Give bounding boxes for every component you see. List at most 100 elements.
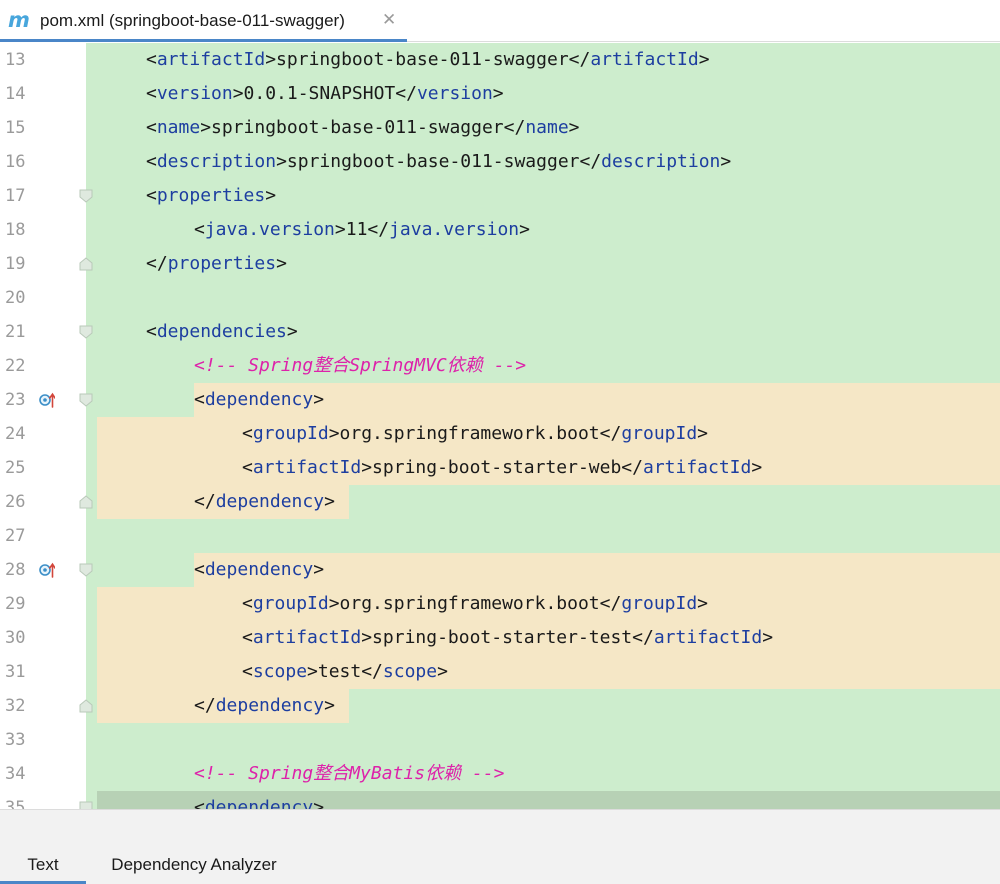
code-token: </ bbox=[194, 695, 216, 716]
fold-collapse-icon[interactable] bbox=[79, 801, 93, 809]
fold-collapse-icon[interactable] bbox=[79, 189, 93, 203]
code-token: < bbox=[146, 321, 157, 342]
added-line-highlight bbox=[86, 553, 194, 587]
fold-collapse-icon[interactable] bbox=[79, 325, 93, 339]
fold-end-icon[interactable] bbox=[79, 495, 93, 509]
xml-tag-name: dependencies bbox=[156, 321, 287, 342]
code-line: 14 <version>0.0.1-SNAPSHOT</version> bbox=[0, 77, 1000, 111]
code-line: 19 </properties> bbox=[0, 247, 1000, 281]
code-token: >0.0.1-SNAPSHOT</ bbox=[232, 83, 417, 104]
fold-collapse-icon[interactable] bbox=[79, 563, 93, 577]
code-line: 28 <dependency> bbox=[0, 553, 1000, 587]
line-number: 25 bbox=[5, 458, 26, 478]
xml-tag-name: dependency bbox=[204, 389, 314, 410]
added-line-highlight bbox=[86, 417, 97, 451]
code-line: 26 </dependency> bbox=[0, 485, 1000, 519]
code-text: </properties> bbox=[146, 247, 287, 281]
code-token: < bbox=[146, 151, 157, 172]
xml-tag-name: dependency bbox=[215, 491, 325, 512]
code-line: 34 <!-- Spring整合MyBatis依赖 --> bbox=[0, 757, 1000, 791]
xml-tag-name: version bbox=[156, 83, 233, 104]
override-marker-icon[interactable] bbox=[39, 392, 55, 408]
line-number: 34 bbox=[5, 764, 26, 784]
line-number: 18 bbox=[5, 220, 26, 240]
tab-dependency-analyzer[interactable]: Dependency Analyzer bbox=[96, 846, 292, 884]
code-text: <artifactId>springboot-base-011-swagger<… bbox=[146, 43, 710, 77]
added-line-highlight bbox=[86, 621, 97, 655]
xml-tag-name: java.version bbox=[389, 219, 520, 240]
added-line-highlight bbox=[86, 723, 1000, 757]
code-line: 20 bbox=[0, 281, 1000, 315]
code-token: > bbox=[492, 83, 504, 104]
xml-tag-name: name bbox=[525, 117, 569, 138]
line-number: 32 bbox=[5, 696, 26, 716]
code-token: > bbox=[697, 593, 709, 614]
code-token: < bbox=[242, 457, 253, 478]
code-text: <groupId>org.springframework.boot</group… bbox=[242, 417, 708, 451]
code-line: 15 <name>springboot-base-011-swagger</nam… bbox=[0, 111, 1000, 145]
code-line: 22 <!-- Spring整合SpringMVC依赖 --> bbox=[0, 349, 1000, 383]
code-token: >org.springframework.boot</ bbox=[328, 593, 622, 614]
tab-text[interactable]: Text bbox=[0, 846, 86, 884]
xml-tag-name: description bbox=[156, 151, 277, 172]
code-line: 29 <groupId>org.springframework.boot</gro… bbox=[0, 587, 1000, 621]
xml-tag-name: artifactId bbox=[252, 627, 362, 648]
code-token: >org.springframework.boot</ bbox=[328, 423, 622, 444]
code-text: <dependency> bbox=[194, 553, 324, 587]
line-number: 14 bbox=[5, 84, 26, 104]
line-number: 17 bbox=[5, 186, 26, 206]
fold-collapse-icon[interactable] bbox=[79, 393, 93, 407]
xml-tag-name: artifactId bbox=[590, 49, 699, 70]
xml-comment: <!-- Spring整合MyBatis依赖 --> bbox=[194, 763, 505, 784]
xml-tag-name: properties bbox=[167, 253, 277, 274]
code-line: 32 </dependency> bbox=[0, 689, 1000, 723]
code-line: 23 <dependency> bbox=[0, 383, 1000, 417]
code-editor[interactable]: 13 <artifactId>springboot-base-011-swagge… bbox=[0, 43, 1000, 809]
xml-tag-name: artifactId bbox=[156, 49, 266, 70]
line-number: 15 bbox=[5, 118, 26, 138]
code-text: <dependency> bbox=[194, 791, 324, 809]
fold-end-icon[interactable] bbox=[79, 257, 93, 271]
code-text: <artifactId>spring-boot-starter-web</art… bbox=[242, 451, 762, 485]
code-token: </ bbox=[194, 491, 216, 512]
code-text: <!-- Spring整合SpringMVC依赖 --> bbox=[194, 349, 526, 383]
xml-tag-name: groupId bbox=[252, 593, 329, 614]
line-number: 13 bbox=[5, 50, 26, 70]
code-token: > bbox=[568, 117, 580, 138]
xml-tag-name: scope bbox=[252, 661, 308, 682]
tab-pom-xml[interactable]: m pom.xml (springboot-base-011-swagger) … bbox=[0, 0, 407, 42]
added-line-highlight bbox=[86, 587, 97, 621]
xml-tag-name: name bbox=[156, 117, 201, 138]
close-icon[interactable]: ✕ bbox=[382, 9, 396, 31]
xml-tag-name: groupId bbox=[621, 423, 698, 444]
code-token: < bbox=[194, 389, 205, 410]
added-line-highlight bbox=[86, 655, 97, 689]
code-token: >spring-boot-starter-test</ bbox=[361, 627, 654, 648]
code-token: > bbox=[286, 321, 298, 342]
override-marker-icon[interactable] bbox=[39, 562, 55, 578]
xml-tag-name: java.version bbox=[204, 219, 335, 240]
code-text: <scope>test</scope> bbox=[242, 655, 448, 689]
code-text: </dependency> bbox=[194, 485, 335, 519]
line-number: 31 bbox=[5, 662, 26, 682]
xml-tag-name: groupId bbox=[252, 423, 329, 444]
added-line-highlight bbox=[86, 383, 194, 417]
code-text: <name>springboot-base-011-swagger</name> bbox=[146, 111, 580, 145]
code-token: < bbox=[242, 423, 253, 444]
code-line: 24 <groupId>org.springframework.boot</gro… bbox=[0, 417, 1000, 451]
code-line: 18 <java.version>11</java.version> bbox=[0, 213, 1000, 247]
code-text: <version>0.0.1-SNAPSHOT</version> bbox=[146, 77, 504, 111]
line-number: 35 bbox=[5, 798, 26, 809]
code-text: <artifactId>spring-boot-starter-test</ar… bbox=[242, 621, 773, 655]
xml-tag-name: artifactId bbox=[642, 457, 752, 478]
code-text: </dependency> bbox=[194, 689, 335, 723]
code-token: </ bbox=[146, 253, 168, 274]
line-number: 20 bbox=[5, 288, 26, 308]
code-token: < bbox=[194, 797, 205, 809]
line-number: 30 bbox=[5, 628, 26, 648]
code-token: >11</ bbox=[334, 219, 390, 240]
fold-end-icon[interactable] bbox=[79, 699, 93, 713]
xml-tag-name: scope bbox=[382, 661, 438, 682]
code-token: > bbox=[697, 423, 709, 444]
code-token: > bbox=[519, 219, 530, 240]
